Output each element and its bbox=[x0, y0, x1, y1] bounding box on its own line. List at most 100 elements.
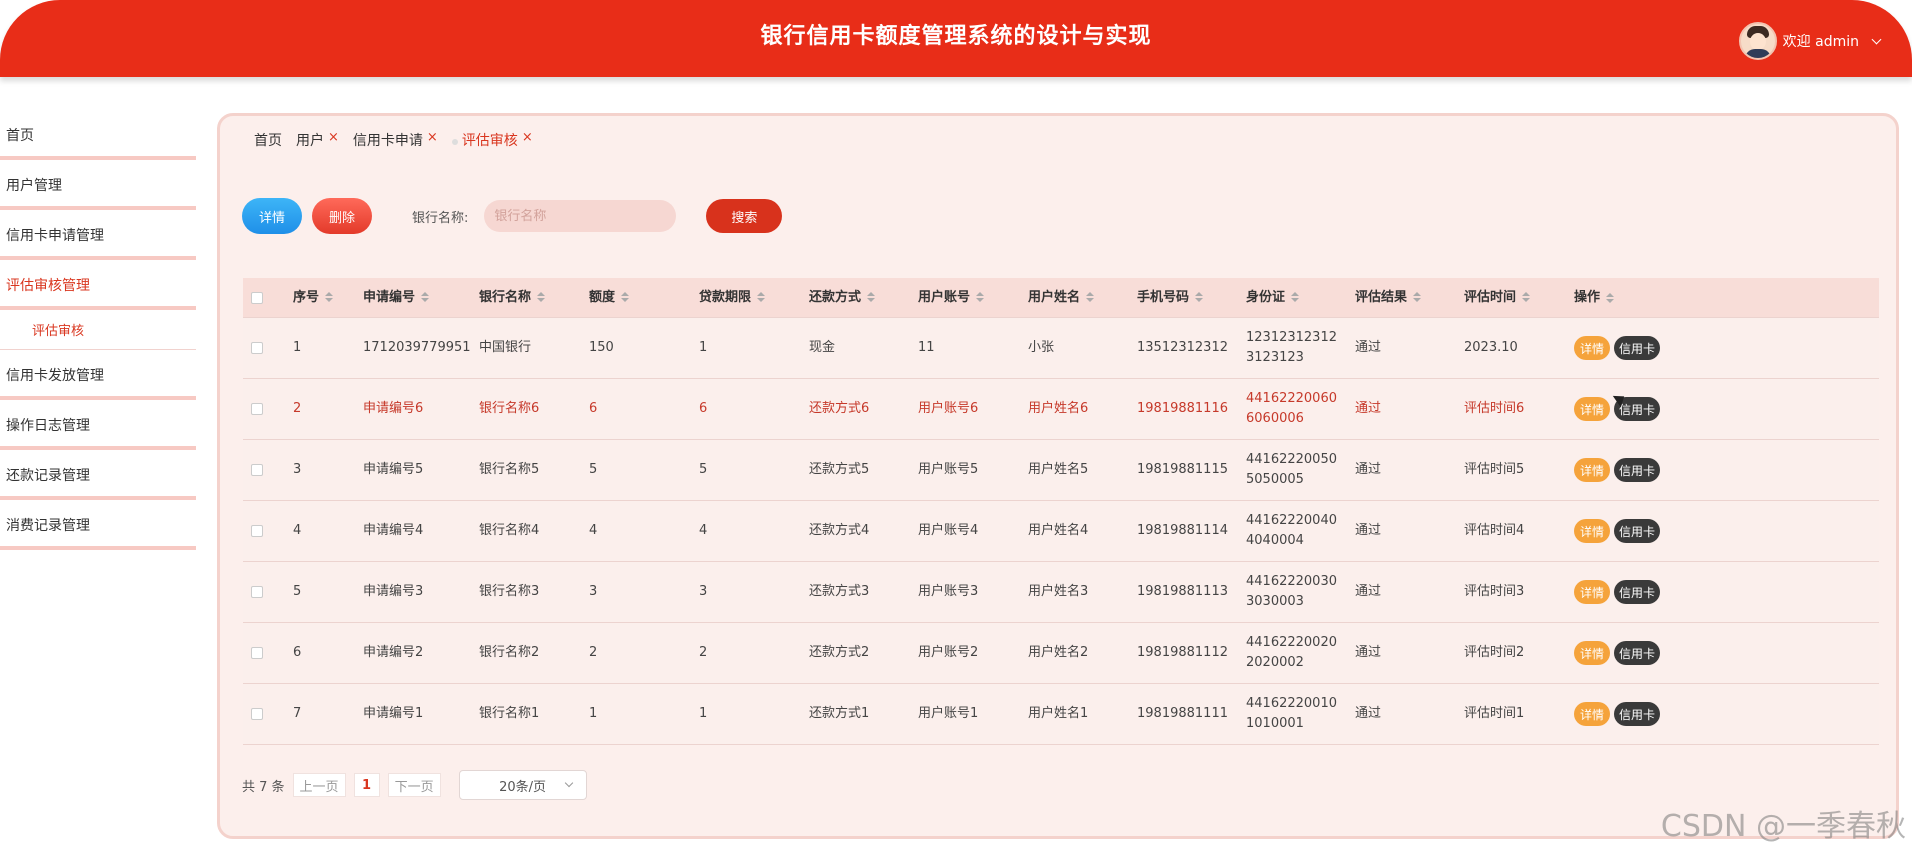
column-header[interactable]: 贷款期限 bbox=[699, 288, 809, 308]
sidebar-item-repayment-records[interactable]: 还款记录管理 bbox=[0, 450, 196, 500]
sort-icon bbox=[757, 292, 766, 302]
bank-name-input[interactable] bbox=[484, 200, 677, 232]
row-actions: 详情 信用卡 bbox=[1574, 397, 1774, 421]
column-header[interactable]: 评估时间 bbox=[1464, 288, 1574, 308]
bank-name-label: 银行名称: bbox=[412, 210, 469, 226]
sidebar-item-card-application[interactable]: 信用卡申请管理 bbox=[0, 210, 196, 260]
column-header[interactable]: 身份证 bbox=[1246, 288, 1355, 308]
table-cell: 19819881112 bbox=[1137, 645, 1228, 660]
column-header[interactable]: 用户姓名 bbox=[1028, 288, 1137, 308]
table-row[interactable]: 5 申请编号3 银行名称3 3 3 还款方式3 用户账号3 用户姓名3 19819881113 4… bbox=[243, 562, 1879, 623]
table-cell: 6 bbox=[589, 401, 598, 416]
sidebar-item-consumption-records[interactable]: 消费记录管理 bbox=[0, 500, 196, 550]
table-cell: 申请编号2 bbox=[363, 645, 424, 660]
row-credit-card-button[interactable]: 信用卡 bbox=[1614, 519, 1660, 543]
close-icon[interactable]: × bbox=[522, 130, 533, 145]
table-row[interactable]: 6 申请编号2 银行名称2 2 2 还款方式2 用户账号2 用户姓名2 19819881112 4… bbox=[243, 623, 1879, 684]
watermark: CSDN @一季春秋 bbox=[1660, 809, 1906, 844]
column-header[interactable]: 申请编号 bbox=[363, 288, 479, 308]
select-all-checkbox[interactable] bbox=[251, 291, 263, 304]
welcome-text: 欢迎 admin bbox=[1782, 34, 1859, 50]
dot-icon bbox=[451, 139, 458, 145]
delete-button[interactable]: 删除 bbox=[312, 198, 372, 234]
app-title: 银行信用卡额度管理系统的设计与实现 bbox=[760, 24, 1152, 49]
column-header[interactable]: 手机号码 bbox=[1137, 288, 1246, 308]
table-cell: 3 bbox=[293, 462, 302, 477]
table-cell: 1 bbox=[589, 706, 598, 721]
row-detail-button[interactable]: 详情 bbox=[1574, 580, 1610, 604]
row-checkbox[interactable] bbox=[251, 708, 263, 720]
row-checkbox[interactable] bbox=[251, 586, 263, 598]
row-detail-button[interactable]: 详情 bbox=[1574, 641, 1610, 665]
column-header[interactable]: 额度 bbox=[589, 288, 699, 308]
close-icon[interactable]: × bbox=[427, 130, 438, 145]
sidebar-item-review-management[interactable]: 评估审核管理 bbox=[0, 260, 196, 310]
sidebar-item-user-management[interactable]: 用户管理 bbox=[0, 160, 196, 210]
tab-bar: 首页 用户 × 信用卡申请 × 评估审核 × bbox=[254, 130, 547, 150]
column-header[interactable]: 用户账号 bbox=[918, 288, 1028, 308]
table-row[interactable]: 4 申请编号4 银行名称4 4 4 还款方式4 用户账号4 用户姓名4 19819881114 4… bbox=[243, 501, 1879, 562]
row-detail-button[interactable]: 详情 bbox=[1574, 458, 1610, 482]
prev-page-button[interactable]: 上一页 bbox=[292, 773, 346, 797]
row-actions: 详情 信用卡 bbox=[1574, 458, 1774, 482]
table-cell: 用户姓名2 bbox=[1028, 645, 1089, 660]
tab-review[interactable]: 评估审核 × bbox=[451, 130, 533, 150]
table-cell: 19819881111 bbox=[1137, 706, 1228, 721]
column-header[interactable]: 还款方式 bbox=[809, 288, 918, 308]
sort-icon bbox=[1086, 292, 1095, 302]
tab-home[interactable]: 首页 bbox=[254, 130, 282, 150]
sidebar-item-card-issuance[interactable]: 信用卡发放管理 bbox=[0, 350, 196, 400]
row-detail-button[interactable]: 详情 bbox=[1574, 336, 1610, 360]
next-page-button[interactable]: 下一页 bbox=[387, 773, 441, 797]
row-detail-button[interactable]: 详情 bbox=[1574, 397, 1610, 421]
table-cell: 用户账号5 bbox=[918, 462, 979, 477]
user-menu[interactable]: 欢迎 admin bbox=[1738, 22, 1882, 60]
row-checkbox[interactable] bbox=[251, 525, 263, 537]
column-header[interactable]: 序号 bbox=[293, 288, 363, 308]
row-checkbox[interactable] bbox=[251, 403, 263, 415]
table-cell: 还款方式6 bbox=[809, 401, 870, 416]
table-row[interactable]: 3 申请编号5 银行名称5 5 5 还款方式5 用户账号5 用户姓名5 19819881115 4… bbox=[243, 440, 1879, 501]
table-cell: 还款方式3 bbox=[809, 584, 870, 599]
table-cell: 银行名称4 bbox=[479, 523, 540, 538]
table-cell: 评估时间4 bbox=[1464, 523, 1525, 538]
table-cell: 还款方式4 bbox=[809, 523, 870, 538]
row-checkbox[interactable] bbox=[251, 464, 263, 476]
column-header[interactable]: 评估结果 bbox=[1355, 288, 1464, 308]
sort-icon bbox=[867, 292, 876, 302]
table-cell: 4 bbox=[589, 523, 598, 538]
row-checkbox[interactable] bbox=[251, 647, 263, 659]
table-row[interactable]: 7 申请编号1 银行名称1 1 1 还款方式1 用户账号1 用户姓名1 19819881111 4… bbox=[243, 684, 1879, 745]
top-header: 银行信用卡额度管理系统的设计与实现 欢迎 admin bbox=[0, 0, 1912, 77]
row-credit-card-button[interactable]: 信用卡 bbox=[1614, 458, 1660, 482]
row-credit-card-button[interactable]: 信用卡 bbox=[1614, 702, 1660, 726]
row-credit-card-button[interactable]: 信用卡 bbox=[1614, 641, 1660, 665]
tab-user[interactable]: 用户 × bbox=[296, 130, 339, 150]
table-cell: 中国银行 bbox=[479, 340, 532, 355]
sidebar-item-home[interactable]: 首页 bbox=[0, 110, 196, 160]
sidebar-item-operation-log[interactable]: 操作日志管理 bbox=[0, 400, 196, 450]
column-header[interactable]: 银行名称 bbox=[479, 288, 589, 308]
table-cell: 小张 bbox=[1028, 340, 1055, 355]
main-panel: 首页 用户× 信用卡申请× 评估审核× 详情 删除 银行名称: 搜索 序号 申请… bbox=[217, 113, 1899, 839]
row-detail-button[interactable]: 详情 bbox=[1574, 702, 1610, 726]
sort-icon bbox=[621, 292, 630, 302]
row-actions: 详情 信用卡 bbox=[1574, 580, 1774, 604]
row-detail-button[interactable]: 详情 bbox=[1574, 519, 1610, 543]
search-button[interactable]: 搜索 bbox=[706, 199, 783, 233]
row-checkbox[interactable] bbox=[251, 342, 263, 354]
row-credit-card-button[interactable]: 信用卡 bbox=[1614, 336, 1660, 360]
tab-card-application[interactable]: 信用卡申请 × bbox=[353, 130, 438, 150]
sidebar-subitem-review[interactable]: 评估审核 bbox=[0, 310, 196, 350]
close-icon[interactable]: × bbox=[328, 130, 339, 145]
table-row[interactable]: 2 申请编号6 银行名称6 6 6 还款方式6 用户账号6 用户姓名6 19819881116 4… bbox=[243, 379, 1879, 440]
pagination: 共 7 条 上一页 1 下一页 20条/页 bbox=[242, 770, 587, 800]
table-cell: 5 bbox=[699, 462, 708, 477]
row-credit-card-button[interactable]: 信用卡 bbox=[1614, 580, 1660, 604]
detail-button[interactable]: 详情 bbox=[242, 198, 302, 234]
table-row[interactable]: 1 1712039779951 中国银行 150 1 现金 11 小张 13512312312 1… bbox=[243, 318, 1879, 379]
table-cell: 还款方式1 bbox=[809, 706, 870, 721]
page-size-select[interactable]: 20条/页 bbox=[458, 770, 587, 800]
page-number[interactable]: 1 bbox=[353, 773, 380, 797]
table-header-row: 序号 申请编号 银行名称 额度 贷款期限 还款方式 用户账号 用户姓名 手机号码… bbox=[243, 278, 1879, 318]
